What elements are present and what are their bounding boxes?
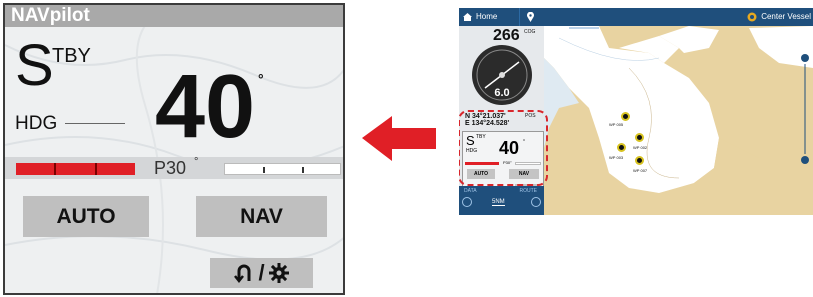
location-pin-button[interactable] — [519, 8, 540, 26]
heading-unit: ° — [258, 71, 264, 87]
location-pin-icon — [526, 12, 534, 22]
heading-value: 40 — [155, 57, 256, 157]
waypoint-label: WP 005 — [609, 122, 624, 127]
gear-icon — [268, 263, 289, 283]
top-toolbar: Home Center Vessel — [459, 8, 813, 26]
mode-indicator: S — [15, 33, 54, 98]
nav-button[interactable]: NAV — [196, 196, 327, 237]
panel-title: NAVpilot — [5, 5, 343, 27]
rudder-angle-unit: ° — [194, 156, 199, 168]
cog-label: COG — [524, 29, 536, 35]
navpilot-zoom-panel: NAVpilot S TBY HDG 40 ° P30 ° AUTO NAV / — [3, 3, 345, 295]
waypoint-marker[interactable] — [635, 133, 644, 142]
zoom-out-circle-icon[interactable] — [462, 197, 472, 207]
home-button[interactable]: Home — [463, 8, 497, 26]
speed-gauge: 6.0 — [472, 45, 532, 105]
target-icon — [747, 12, 757, 22]
cog-value: 266 — [493, 27, 520, 44]
route-tab[interactable]: ROUTE — [520, 188, 538, 194]
svg-text:6.0: 6.0 — [494, 87, 509, 99]
zoom-in-circle-icon[interactable] — [531, 197, 541, 207]
waypoint-label: WP 002 — [633, 145, 648, 150]
center-vessel-label: Center Vessel — [761, 12, 811, 21]
waypoint-marker[interactable] — [635, 156, 644, 165]
rudder-angle-text: P30 — [154, 158, 187, 178]
home-icon — [463, 13, 472, 21]
highlight-outline — [459, 110, 548, 186]
heading-divider — [65, 123, 125, 124]
util-separator: / — [258, 260, 265, 285]
uturn-settings-button[interactable]: / — [210, 258, 313, 288]
waypoint-marker[interactable] — [621, 112, 630, 121]
data-tab[interactable]: DATA — [464, 188, 477, 194]
auto-button[interactable]: AUTO — [23, 196, 149, 237]
bottom-toolbar: DATA ROUTE 5NM — [459, 186, 544, 215]
heading-label: HDG — [15, 113, 58, 134]
rudder-port-bar — [16, 163, 135, 175]
tablet-screen: Home Center Vessel 266 COG 6.0 N 34°21.0… — [459, 8, 813, 215]
home-label: Home — [476, 12, 498, 21]
waypoint-label: WP 003 — [609, 155, 624, 160]
u-turn-icon — [234, 264, 251, 283]
waypoint-label: WP 007 — [633, 168, 648, 173]
zoom-slider[interactable] — [801, 54, 809, 164]
center-vessel-button[interactable]: Center Vessel — [747, 8, 811, 26]
rudder-starboard-bar — [224, 163, 341, 175]
waypoint-marker[interactable] — [617, 143, 626, 152]
mode-sub-label: TBY — [52, 45, 91, 67]
left-arrow-icon — [362, 116, 436, 161]
scale-label: 5NM — [492, 199, 505, 206]
